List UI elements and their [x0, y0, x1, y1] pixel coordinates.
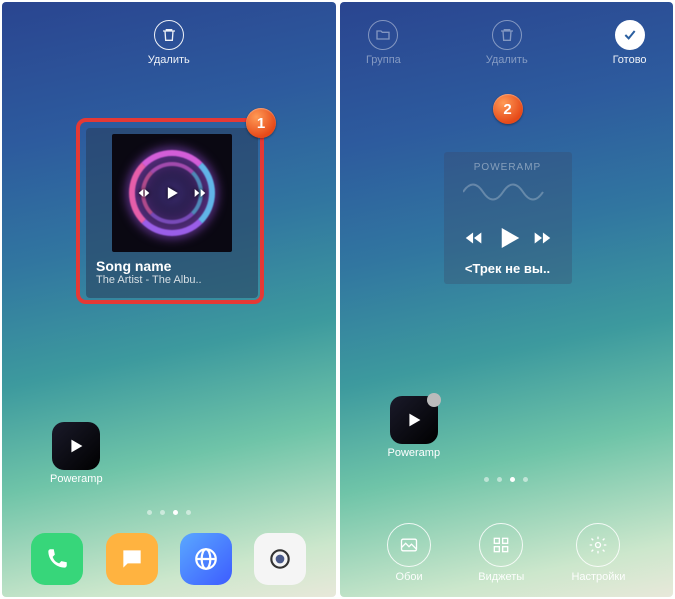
page-dot [484, 477, 489, 482]
top-actions: Удалить [2, 2, 336, 66]
page-dot [147, 510, 152, 515]
widgets-button[interactable]: Виджеты [478, 523, 524, 583]
dock [2, 533, 336, 585]
artist-name: The Artist - The Albu.. [92, 274, 252, 286]
poweramp-label: Poweramp [388, 447, 441, 459]
done-label: Готово [613, 54, 647, 66]
player-controls [136, 183, 208, 203]
top-actions: Группа Удалить Готово [340, 2, 674, 66]
music-widget[interactable]: Song name The Artist - The Albu.. [86, 128, 258, 298]
page-dot-current [173, 510, 178, 515]
waveform-icon [463, 172, 553, 202]
step-badge-1: 1 [246, 108, 276, 138]
poweramp-app[interactable]: Poweramp [50, 422, 103, 485]
browser-app[interactable] [180, 533, 232, 585]
phone-screen-2: Группа Удалить Готово 2 POWERAMP <Трек н… [340, 2, 674, 597]
next-icon[interactable] [531, 227, 553, 249]
page-dot [497, 477, 502, 482]
poweramp-label: Poweramp [50, 473, 103, 485]
page-dot-current [510, 477, 515, 482]
prev-icon[interactable] [136, 185, 152, 201]
edit-dock: Обои Виджеты Настройки [340, 523, 674, 583]
group-label: Группа [366, 54, 401, 66]
camera-app[interactable] [254, 533, 306, 585]
play-icon[interactable] [162, 183, 182, 203]
notification-badge [427, 393, 441, 407]
poweramp-app[interactable]: Poweramp [388, 396, 441, 459]
folder-icon [368, 20, 398, 50]
done-action[interactable]: Готово [613, 20, 647, 66]
poweramp-icon [390, 396, 438, 444]
poweramp-icon [52, 422, 100, 470]
group-action: Группа [366, 20, 401, 66]
page-dot [523, 477, 528, 482]
check-icon [615, 20, 645, 50]
widget-highlight: Song name The Artist - The Albu.. [76, 118, 264, 304]
page-dot [160, 510, 165, 515]
image-icon [387, 523, 431, 567]
next-icon[interactable] [192, 185, 208, 201]
delete-label: Удалить [486, 54, 528, 66]
gear-icon [576, 523, 620, 567]
track-name: <Трек не вы.. [465, 261, 550, 276]
song-name: Song name [92, 258, 252, 274]
play-icon[interactable] [493, 223, 523, 253]
page-indicator [340, 477, 674, 482]
player-controls [463, 223, 553, 253]
trash-icon [154, 20, 184, 50]
album-art [112, 134, 232, 252]
messages-app[interactable] [106, 533, 158, 585]
wallpaper-label: Обои [396, 571, 423, 583]
music-widget-placed[interactable]: POWERAMP <Трек не вы.. [444, 152, 572, 284]
step-badge-2: 2 [493, 94, 523, 124]
prev-icon[interactable] [463, 227, 485, 249]
settings-label: Настройки [571, 571, 625, 583]
delete-label: Удалить [148, 54, 190, 66]
trash-icon [492, 20, 522, 50]
phone-screen-1: Удалить 1 Song name The Artist - The Alb… [2, 2, 336, 597]
wallpaper-button[interactable]: Обои [387, 523, 431, 583]
widgets-label: Виджеты [478, 571, 524, 583]
settings-button[interactable]: Настройки [571, 523, 625, 583]
delete-action: Удалить [486, 20, 528, 66]
page-dot [186, 510, 191, 515]
page-indicator [2, 510, 336, 515]
widgets-icon [479, 523, 523, 567]
delete-action[interactable]: Удалить [148, 20, 190, 66]
phone-app[interactable] [31, 533, 83, 585]
